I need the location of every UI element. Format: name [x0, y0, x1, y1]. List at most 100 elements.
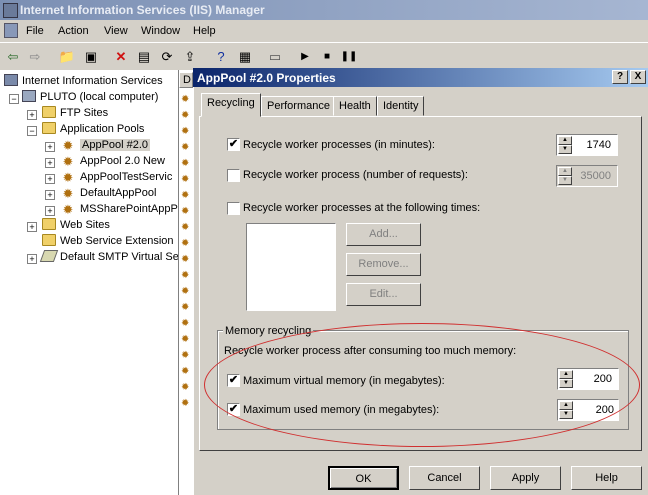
expand-icon[interactable]: +: [27, 222, 37, 232]
tree-label: FTP Sites: [60, 107, 109, 119]
help-question-button[interactable]: ?: [612, 70, 628, 84]
tree-label: Web Sites: [60, 219, 110, 231]
show-hide-tree-icon[interactable]: ▣: [82, 48, 100, 65]
close-button[interactable]: X: [630, 70, 646, 84]
details-column-header[interactable]: D: [179, 72, 193, 88]
ok-button[interactable]: OK: [328, 466, 399, 490]
tree-node-ftp-sites[interactable]: FTP Sites: [42, 105, 108, 121]
virtual-memory-checkbox[interactable]: ✔: [227, 374, 240, 387]
tree-node-apppool-2-0[interactable]: ✹ AppPool #2.0: [60, 137, 151, 153]
app-pool-icon: ✹: [62, 154, 74, 169]
spin-up-icon[interactable]: ▲: [558, 136, 572, 145]
recycle-minutes-label: Recycle worker processes (in minutes):: [243, 139, 435, 151]
tab-health[interactable]: Health: [333, 96, 377, 116]
up-folder-icon[interactable]: 📁: [58, 48, 76, 65]
window-title: Internet Information Services (IIS) Mana…: [20, 3, 265, 17]
folder-icon: [42, 106, 56, 118]
tree-node-mssharepointappp[interactable]: ✹ MSSharePointAppP: [60, 201, 178, 217]
virtual-memory-spinner[interactable]: ▲ ▼ 200: [557, 368, 619, 390]
collapse-icon[interactable]: −: [9, 94, 19, 104]
expand-icon[interactable]: +: [27, 110, 37, 120]
spin-down-icon[interactable]: ▼: [558, 176, 572, 185]
tree-label: AppPool #2.0: [80, 139, 151, 151]
tree-label: AppPoolTestServic: [80, 171, 173, 183]
spin-up-icon[interactable]: ▲: [559, 370, 573, 379]
cancel-button[interactable]: Cancel: [409, 466, 480, 490]
iis-icon: [4, 74, 18, 86]
help-icon[interactable]: ?: [212, 48, 230, 65]
expand-icon[interactable]: +: [45, 142, 55, 152]
tree-node-web-service-extensions[interactable]: Web Service Extension: [42, 233, 174, 249]
tab-identity[interactable]: Identity: [377, 96, 425, 116]
tab-performance[interactable]: Performance: [261, 96, 336, 116]
app-pool-icons-column: ✹ ✹ ✹ ✹ ✹ ✹ ✹ ✹ ✹ ✹ ✹ ✹ ✹ ✹ ✹ ✹ ✹ ✹ ✹ ✹: [181, 94, 190, 409]
menu-view[interactable]: View: [104, 25, 128, 37]
tree-label: Web Service Extension: [60, 235, 174, 247]
menu-file[interactable]: File: [26, 25, 44, 37]
tree-label: Application Pools: [60, 123, 145, 135]
folder-icon: [42, 234, 56, 246]
menu-bar: File Action View Window Help: [0, 20, 648, 42]
tree-node-iis-root[interactable]: Internet Information Services: [4, 73, 163, 89]
console-icon[interactable]: ▦: [236, 48, 254, 65]
iis-app-icon: [3, 3, 18, 18]
forward-arrow-icon[interactable]: ⇨: [26, 48, 44, 65]
pause-icon[interactable]: ❚❚: [340, 48, 358, 65]
refresh-icon[interactable]: ⟳: [158, 48, 176, 65]
tree-node-apppool-2-0-new[interactable]: ✹ AppPool 2.0 New: [60, 153, 165, 169]
spin-down-icon[interactable]: ▼: [558, 145, 572, 154]
spin-up-icon[interactable]: ▲: [558, 167, 572, 176]
help-button[interactable]: Help: [571, 466, 642, 490]
stop-icon[interactable]: ■: [318, 48, 336, 65]
folder-icon: [42, 218, 56, 230]
tree-label: Internet Information Services: [22, 75, 163, 87]
expand-icon[interactable]: +: [45, 174, 55, 184]
tree-node-defaultapppool[interactable]: ✹ DefaultAppPool: [60, 185, 157, 201]
spin-up-icon[interactable]: ▲: [559, 401, 573, 410]
used-memory-label: Maximum used memory (in megabytes):: [243, 404, 440, 416]
expand-icon[interactable]: +: [27, 254, 37, 264]
menu-window[interactable]: Window: [141, 25, 180, 37]
remove-time-button[interactable]: Remove...: [346, 253, 421, 276]
memory-group-title: Memory recycling: [223, 325, 314, 337]
add-time-button[interactable]: Add...: [346, 223, 421, 246]
play-icon[interactable]: ▶: [296, 48, 314, 65]
recycle-times-checkbox[interactable]: [227, 202, 240, 215]
recycle-minutes-spinner[interactable]: ▲ ▼ 1740: [556, 134, 618, 156]
spin-down-icon[interactable]: ▼: [559, 410, 573, 419]
memory-description: Recycle worker process after consuming t…: [224, 345, 517, 357]
delete-icon[interactable]: ✕: [112, 48, 130, 65]
used-memory-spinner[interactable]: ▲ ▼ 200: [557, 399, 619, 421]
menu-action[interactable]: Action: [58, 25, 89, 37]
recycle-times-list[interactable]: [246, 223, 336, 311]
apply-button[interactable]: Apply: [490, 466, 561, 490]
recycle-minutes-checkbox[interactable]: ✔: [227, 138, 240, 151]
spin-down-icon[interactable]: ▼: [559, 379, 573, 388]
expand-icon[interactable]: +: [45, 190, 55, 200]
recycle-requests-checkbox[interactable]: [227, 169, 240, 182]
main-title-bar: Internet Information Services (IIS) Mana…: [0, 0, 648, 20]
recycle-minutes-value: 1740: [586, 139, 611, 151]
expand-icon[interactable]: +: [45, 206, 55, 216]
tree-node-apppooltestservic[interactable]: ✹ AppPoolTestServic: [60, 169, 173, 185]
export-icon[interactable]: ⇪: [181, 48, 199, 65]
tab-recycling[interactable]: Recycling: [201, 93, 261, 117]
tree-label: PLUTO (local computer): [40, 91, 159, 103]
computer-icon[interactable]: ▭: [266, 48, 284, 65]
tree-node-default-smtp[interactable]: Default SMTP Virtual Se: [39, 249, 178, 265]
expand-icon[interactable]: +: [45, 158, 55, 168]
back-arrow-icon[interactable]: ⇦: [4, 48, 22, 65]
edit-time-button[interactable]: Edit...: [346, 283, 421, 306]
menu-help[interactable]: Help: [193, 25, 216, 37]
used-memory-checkbox[interactable]: ✔: [227, 403, 240, 416]
recycle-requests-value: 35000: [580, 170, 611, 182]
virtual-memory-value: 200: [593, 373, 612, 385]
tree-node-application-pools[interactable]: Application Pools: [42, 121, 144, 137]
tree-pane: Internet Information Services − PLUTO (l…: [0, 70, 179, 495]
app-pool-icon: ✹: [62, 186, 74, 201]
tree-node-pluto[interactable]: PLUTO (local computer): [22, 89, 158, 105]
recycle-requests-spinner[interactable]: ▲ ▼ 35000: [556, 165, 618, 187]
collapse-icon[interactable]: −: [27, 126, 37, 136]
tree-node-web-sites[interactable]: Web Sites: [42, 217, 110, 233]
properties-icon[interactable]: ▤: [135, 48, 153, 65]
